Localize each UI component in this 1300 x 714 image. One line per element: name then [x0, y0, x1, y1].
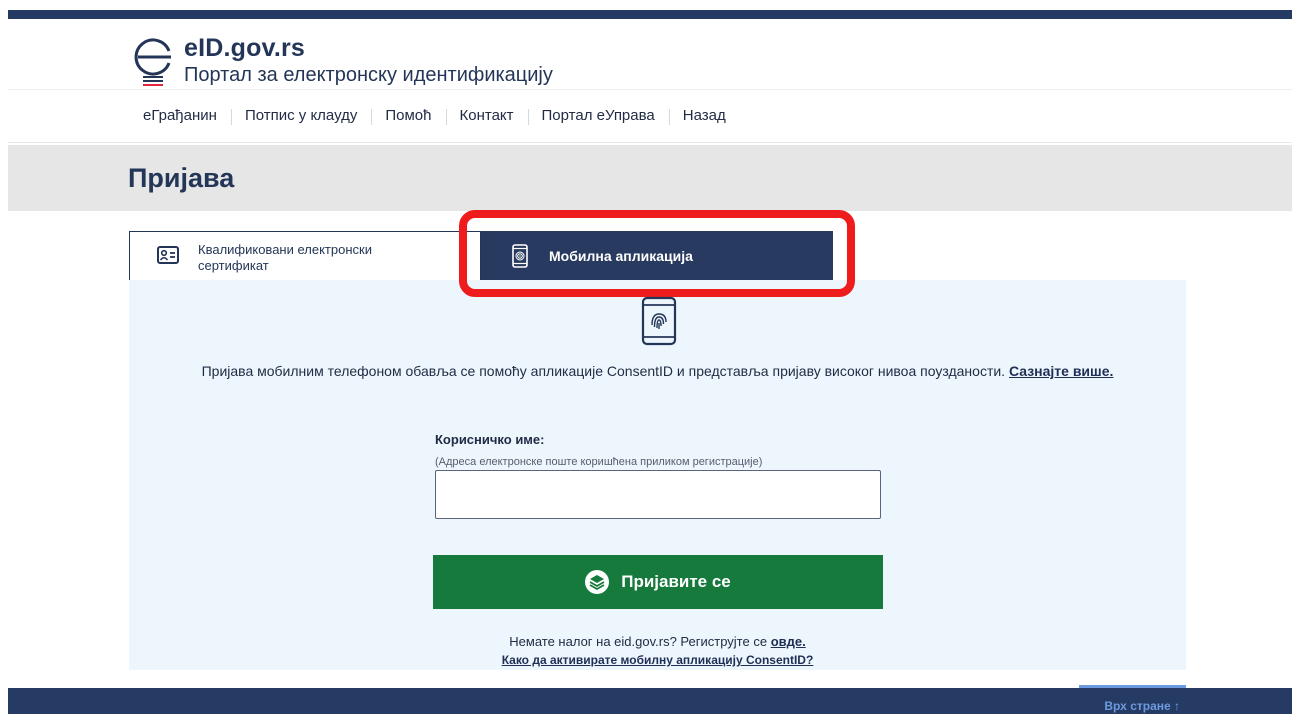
- login-button-label: Пријавите се: [621, 572, 731, 591]
- nav-list: еГрађанин Потпис у клауду Помоћ Контакт …: [133, 107, 740, 125]
- username-hint: (Адреса електронске поште коришћена прил…: [435, 456, 763, 468]
- login-button[interactable]: Пријавите се: [433, 555, 883, 609]
- nav-item-contact[interactable]: Контакт: [445, 107, 528, 125]
- page-title: Пријава: [128, 163, 235, 193]
- phone-fingerprint-icon: [641, 296, 677, 346]
- site-subtitle: Портал за електронску идентификацију: [184, 64, 553, 86]
- back-to-top-label: Врх стране ↑: [1104, 699, 1180, 713]
- register-text-body: Немате налог на eid.gov.rs? Региструјте …: [509, 634, 768, 649]
- site-footer: Врх стране ↑: [8, 685, 1292, 714]
- tab-qualified-certificate[interactable]: Квалификовани електронски сертификат: [129, 231, 481, 280]
- site-title[interactable]: eID.gov.rs: [184, 34, 305, 63]
- nav-item-cloud-signature[interactable]: Потпис у клауду: [230, 107, 371, 125]
- id-card-icon: [157, 246, 179, 264]
- nav-item-back[interactable]: Назад: [668, 107, 740, 125]
- highlight-box: [459, 210, 855, 297]
- site-header: eID.gov.rs Портал за електронску идентиф…: [8, 19, 1292, 89]
- back-to-top-button[interactable]: Врх стране ↑: [1079, 685, 1186, 714]
- eid-logo-icon[interactable]: [131, 33, 175, 89]
- tab-qualified-certificate-label: Квалификовани електронски сертификат: [198, 242, 372, 273]
- intro-text: Пријава мобилним телефоном обавља се пом…: [129, 361, 1186, 381]
- username-input[interactable]: [435, 470, 881, 519]
- top-bar: [8, 10, 1292, 19]
- activate-app-link[interactable]: Како да активирате мобилну апликацију Co…: [129, 653, 1186, 667]
- nav-item-egradjanin[interactable]: еГрађанин: [133, 107, 231, 124]
- learn-more-link[interactable]: Сазнајте више.: [1009, 363, 1113, 379]
- register-text: Немате налог на eid.gov.rs? Региструјте …: [129, 634, 1186, 649]
- layers-icon: [585, 570, 610, 594]
- nav-item-euprava-portal[interactable]: Портал еУправа: [527, 107, 669, 125]
- title-band: Пријава: [8, 145, 1292, 211]
- intro-text-body: Пријава мобилним телефоном обавља се пом…: [201, 363, 1006, 379]
- main-nav: еГрађанин Потпис у клауду Помоћ Контакт …: [8, 89, 1292, 143]
- register-link[interactable]: овде.: [771, 634, 806, 649]
- username-label: Корисничко име:: [435, 432, 545, 447]
- nav-item-help[interactable]: Помоћ: [371, 107, 445, 125]
